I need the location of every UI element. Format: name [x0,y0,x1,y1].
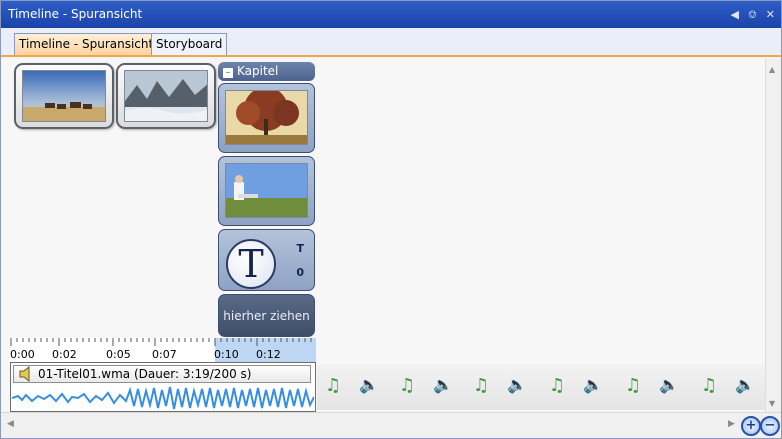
ruler-ticks [10,338,312,346]
clip-thumbnail [22,70,106,122]
title-clip[interactable]: T T 0 [218,229,315,291]
music-note-icon: ♫ [325,375,342,396]
ruler-label: 0:07 [152,348,177,361]
horizontal-scrollbar[interactable]: ◀ ▶ + − [1,412,781,438]
title-line-1: T [296,242,304,255]
zoom-in-icon[interactable]: + [741,416,761,436]
speaker-icon [19,366,30,382]
speaker-icon: 🔈 [583,375,603,394]
ruler-label: 0:12 [256,348,281,361]
collapse-icon[interactable]: – [223,68,233,78]
tab-storyboard[interactable]: Storyboard [151,33,228,55]
chapter-clip-tree[interactable] [218,83,315,153]
window-controls: ◀ ⎊ ✕ [731,1,776,28]
speaker-icon: 🔈 [507,375,527,394]
window-titlebar[interactable]: Timeline - Spuransicht ◀ ⎊ ✕ [1,1,781,28]
chapter-header[interactable]: – Kapitel [218,62,315,81]
scroll-left-icon[interactable]: ◀ [7,419,14,429]
clip-thumbnail [124,70,208,122]
time-ruler[interactable]: 0:00 0:02 0:05 0:07 0:10 0:12 [10,338,316,362]
close-icon[interactable]: ✕ [766,1,775,28]
title-glyph: T [226,239,276,289]
music-note-icon: ♫ [625,375,642,396]
music-note-icon: ♫ [473,375,490,396]
chapter-label: Kapitel [237,64,279,78]
clip-thumbnail [225,163,308,218]
clip-thumbnail [225,90,308,145]
scroll-right-icon[interactable]: ▶ [728,419,735,429]
scroll-down-icon[interactable]: ▼ [769,399,775,408]
tab-bar: Timeline - Spuransicht Storyboard [1,28,781,57]
window-title: Timeline - Spuransicht [8,7,143,21]
dropdown-arrow-icon[interactable]: ◀ [731,1,739,28]
title-line-2: 0 [296,266,304,279]
audio-clip[interactable]: 01-Titel01.wma (Dauer: 3:19/200 s) [10,362,316,412]
speaker-icon: 🔈 [735,375,755,394]
audio-clip-label: 01-Titel01.wma (Dauer: 3:19/200 s) [38,367,252,381]
audio-waveform [12,386,314,410]
chapter-clip-person[interactable] [218,156,315,226]
scroll-up-icon[interactable]: ▲ [769,65,775,74]
video-clip-winter[interactable] [116,63,216,129]
music-note-icon: ♫ [549,375,566,396]
speaker-icon: 🔈 [659,375,679,394]
chapter-group: – Kapitel T T 0 hierher ziehen [218,62,315,337]
speaker-icon: 🔈 [433,375,453,394]
pin-icon[interactable]: ⎊ [748,1,757,28]
music-note-icon: ♫ [399,375,416,396]
drop-zone[interactable]: hierher ziehen [218,294,315,337]
ruler-label: 0:00 [10,348,35,361]
vertical-scrollbar[interactable]: ▲ ▼ [765,59,781,412]
speaker-icon: 🔈 [359,375,379,394]
ruler-label: 0:05 [106,348,131,361]
music-note-icon: ♫ [701,375,718,396]
ruler-label: 0:10 [214,348,239,361]
audio-track-empty: ♫ 🔈 ♫ 🔈 ♫ 🔈 ♫ 🔈 ♫ 🔈 ♫ 🔈 [317,364,767,410]
timeline-canvas: – Kapitel T T 0 hierher ziehen 0:00 0:02… [1,59,767,412]
ruler-label: 0:02 [52,348,77,361]
audio-clip-header: 01-Titel01.wma (Dauer: 3:19/200 s) [13,365,311,383]
tab-timeline[interactable]: Timeline - Spuransicht [14,33,159,55]
video-clip-horses[interactable] [14,63,114,129]
timeline-window: Timeline - Spuransicht ◀ ⎊ ✕ Timeline - … [0,0,782,439]
zoom-out-icon[interactable]: − [760,416,780,436]
